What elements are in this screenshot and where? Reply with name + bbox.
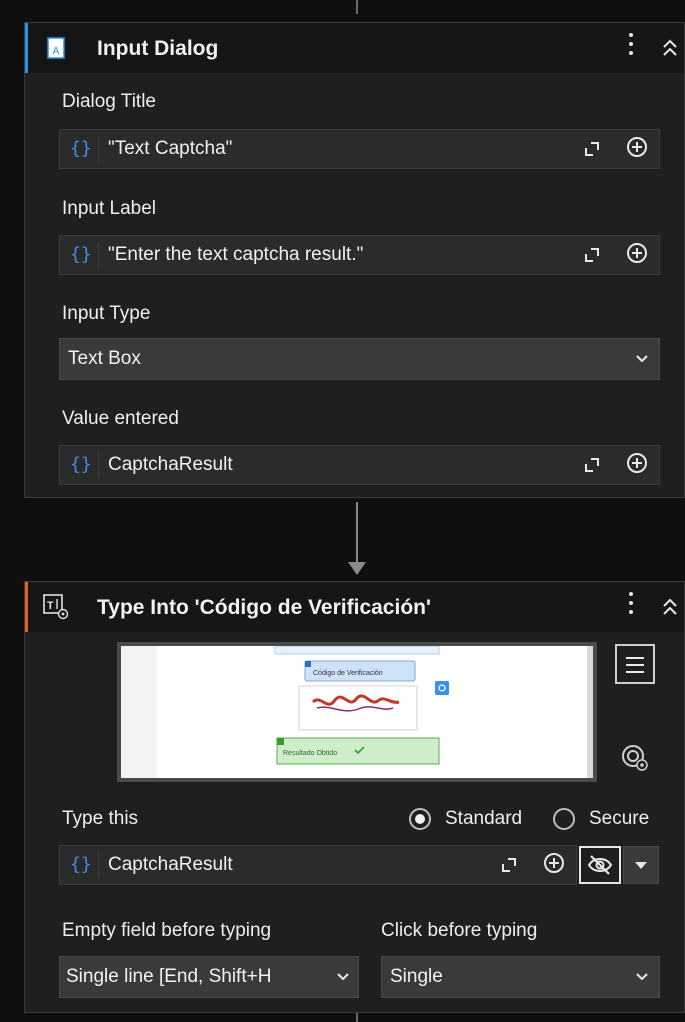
- braces-icon[interactable]: {}: [70, 244, 92, 265]
- input-type-select[interactable]: Text Box: [59, 338, 660, 380]
- type-this-label: Type this: [62, 808, 139, 829]
- type-into-accent: [25, 582, 28, 632]
- click-before-value: Single: [390, 966, 443, 987]
- expand-icon[interactable]: [500, 856, 518, 874]
- field-divider: [98, 242, 99, 269]
- braces-icon[interactable]: {}: [70, 138, 92, 159]
- type-into-activity[interactable]: T Type Into 'Código de Verificación' Cód…: [24, 581, 685, 1013]
- input-label-value[interactable]: "Enter the text captcha result.": [108, 244, 363, 266]
- empty-field-select[interactable]: Single line [End, Shift+H: [59, 956, 359, 998]
- field-divider: [98, 452, 99, 479]
- caret-down-icon: [635, 862, 647, 869]
- more-options-icon[interactable]: [628, 592, 634, 622]
- plus-circle-icon[interactable]: [544, 853, 564, 873]
- expand-icon[interactable]: [583, 140, 601, 158]
- dialog-icon: A: [47, 37, 65, 59]
- eye-slash-icon: [587, 855, 613, 875]
- connector-top: [356, 0, 358, 14]
- preview-box-label: Código de Verificación: [313, 670, 383, 677]
- radio-secure-label[interactable]: Secure: [589, 808, 649, 830]
- preview-content: Código de Verificación Resultado Obtido: [121, 646, 593, 778]
- expand-icon[interactable]: [583, 456, 601, 474]
- more-options-icon[interactable]: [628, 33, 634, 63]
- braces-icon[interactable]: {}: [70, 854, 92, 875]
- field-divider: [98, 136, 99, 163]
- type-this-value[interactable]: CaptchaResult: [108, 854, 233, 876]
- dialog-title-field[interactable]: {} "Text Captcha": [59, 129, 660, 169]
- target-icon[interactable]: [619, 742, 651, 774]
- type-into-title: Type Into 'Código de Verificación': [97, 596, 431, 619]
- dialog-title-value[interactable]: "Text Captcha": [108, 138, 232, 160]
- dialog-title-label: Dialog Title: [62, 91, 156, 112]
- expand-icon[interactable]: [583, 246, 601, 264]
- connector-line: [356, 502, 358, 566]
- input-type-label: Input Type: [62, 303, 151, 324]
- chevron-down-icon[interactable]: [635, 352, 649, 366]
- input-label-field[interactable]: {} "Enter the text captcha result.": [59, 235, 660, 275]
- preview-result-label: Resultado Obtido: [283, 750, 337, 757]
- type-into-icon: T: [43, 594, 69, 620]
- value-entered-value[interactable]: CaptchaResult: [108, 454, 233, 476]
- target-preview[interactable]: Código de Verificación Resultado Obtido: [117, 642, 597, 782]
- radio-standard[interactable]: [409, 808, 431, 830]
- arrow-down-icon: [348, 562, 366, 575]
- input-dialog-accent: [25, 23, 28, 73]
- field-divider: [98, 852, 99, 879]
- input-dialog-header[interactable]: A Input Dialog: [25, 23, 684, 73]
- value-entered-label: Value entered: [62, 408, 179, 429]
- svg-text:A: A: [53, 46, 60, 57]
- input-label-label: Input Label: [62, 198, 157, 219]
- empty-field-value: Single line [End, Shift+H: [66, 966, 272, 987]
- value-entered-field[interactable]: {} CaptchaResult: [59, 445, 660, 485]
- plus-circle-icon[interactable]: [627, 453, 647, 473]
- collapse-icon[interactable]: [662, 39, 678, 57]
- plus-circle-icon[interactable]: [627, 243, 647, 263]
- click-before-label: Click before typing: [381, 920, 538, 941]
- radio-secure[interactable]: [553, 808, 575, 830]
- connector-bottom: [356, 1013, 358, 1022]
- input-dialog-activity[interactable]: A Input Dialog Dialog Title {} "Text Cap…: [24, 22, 685, 498]
- empty-field-label: Empty field before typing: [62, 920, 272, 941]
- radio-standard-label[interactable]: Standard: [445, 808, 522, 830]
- plus-circle-icon[interactable]: [627, 137, 647, 157]
- hamburger-icon[interactable]: [615, 644, 655, 684]
- svg-text:T: T: [47, 601, 54, 613]
- secret-dropdown-button[interactable]: [623, 846, 659, 884]
- collapse-icon[interactable]: [662, 598, 678, 616]
- chevron-down-icon[interactable]: [635, 970, 649, 984]
- type-this-field[interactable]: {} CaptchaResult: [59, 845, 577, 885]
- input-type-value: Text Box: [68, 348, 141, 369]
- type-into-header[interactable]: T Type Into 'Código de Verificación': [25, 582, 684, 632]
- input-dialog-title: Input Dialog: [97, 37, 219, 60]
- click-before-select[interactable]: Single: [381, 956, 660, 998]
- chevron-down-icon[interactable]: [336, 970, 350, 984]
- secret-toggle-button[interactable]: [579, 846, 621, 884]
- braces-icon[interactable]: {}: [70, 454, 92, 475]
